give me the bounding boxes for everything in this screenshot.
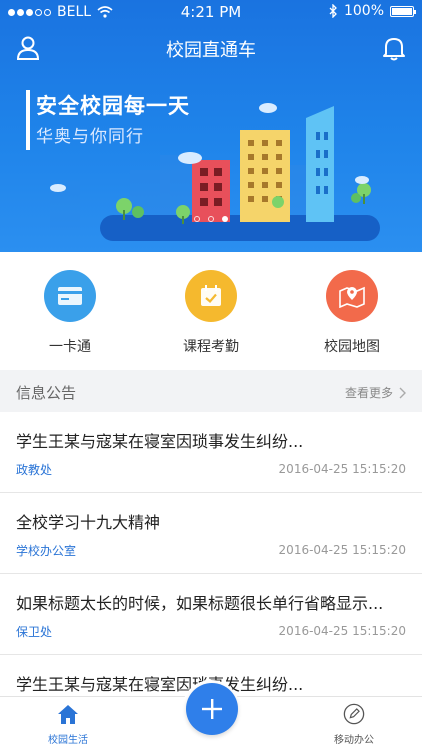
notice-title: 学生王某与寇某在寝室因琐事发生纠纷... <box>16 432 304 451</box>
battery-percent: 100% <box>343 3 384 19</box>
view-more-link[interactable]: 查看更多 <box>345 384 406 401</box>
banner-carousel[interactable]: 安全校园每一天 华奥与你同行 <box>0 70 422 252</box>
notice-time: 2016-04-25 15:15:20 <box>278 624 406 638</box>
list-item[interactable]: 如果标题太长的时候，如果标题很长单行省略显示... 保卫处 2016-04-25… <box>0 574 422 655</box>
notice-time: 2016-04-25 15:15:20 <box>278 543 406 557</box>
view-more-label: 查看更多 <box>344 386 393 400</box>
quick-action-attendance[interactable]: 课程考勤 <box>151 270 271 356</box>
pager-dot[interactable] <box>194 216 200 222</box>
calendar-check-icon <box>185 270 237 322</box>
tab-campus-life[interactable]: 校园生活 <box>8 703 128 746</box>
tab-label: 移动办公 <box>334 735 374 746</box>
quick-action-label: 校园地图 <box>324 339 380 355</box>
list-item[interactable]: 全校学习十九大精神 学校办公室 2016-04-25 15:15:20 <box>0 493 422 574</box>
quick-action-map[interactable]: 校园地图 <box>292 270 412 356</box>
home-icon <box>58 705 78 724</box>
notice-dept: 保卫处 <box>16 625 53 639</box>
quick-action-label: 课程考勤 <box>183 339 239 355</box>
notice-dept: 学校办公室 <box>16 544 77 558</box>
plus-icon <box>202 699 222 719</box>
notice-title: 全校学习十九大精神 <box>16 513 161 532</box>
notice-time: 2016-04-25 15:15:20 <box>278 462 406 476</box>
navigation-bar: 校园直通车 <box>0 26 422 70</box>
edit-icon <box>343 703 365 725</box>
map-pin-icon <box>326 270 378 322</box>
top-header-area: BELL 4:21 PM 100% 校园直通车 安全校园每一天 华奥与你同行 <box>0 0 422 252</box>
notice-section-header: 信息公告 查看更多 <box>0 370 422 412</box>
bluetooth-icon <box>329 4 337 18</box>
list-item[interactable]: 学生王某与寇某在寝室因琐事发生纠纷... 政教处 2016-04-25 15:1… <box>0 412 422 493</box>
notice-title: 如果标题太长的时候，如果标题很长单行省略显示... <box>16 594 384 613</box>
banner-headline: 安全校园每一天 <box>36 94 190 118</box>
quick-actions: 一卡通 课程考勤 校园地图 <box>0 252 422 370</box>
bell-icon[interactable] <box>380 34 408 62</box>
chevron-right-icon <box>399 387 406 398</box>
banner-subtitle: 华奥与你同行 <box>36 127 144 147</box>
tab-mobile-office[interactable]: 移动办公 <box>294 703 414 746</box>
status-bar: BELL 4:21 PM 100% <box>0 0 422 24</box>
card-icon <box>44 270 96 322</box>
battery-icon <box>390 5 416 17</box>
banner-accent-bar <box>26 90 30 150</box>
pager-dot-active[interactable] <box>222 216 228 222</box>
quick-action-label: 一卡通 <box>49 339 91 355</box>
banner-pager[interactable] <box>0 216 422 222</box>
quick-action-card[interactable]: 一卡通 <box>10 270 130 356</box>
add-button[interactable] <box>186 683 238 735</box>
notice-section-title: 信息公告 <box>16 384 77 402</box>
tab-label: 校园生活 <box>48 735 88 746</box>
page-title: 校园直通车 <box>166 40 256 61</box>
notice-dept: 政教处 <box>16 463 53 477</box>
pager-dot[interactable] <box>208 216 214 222</box>
